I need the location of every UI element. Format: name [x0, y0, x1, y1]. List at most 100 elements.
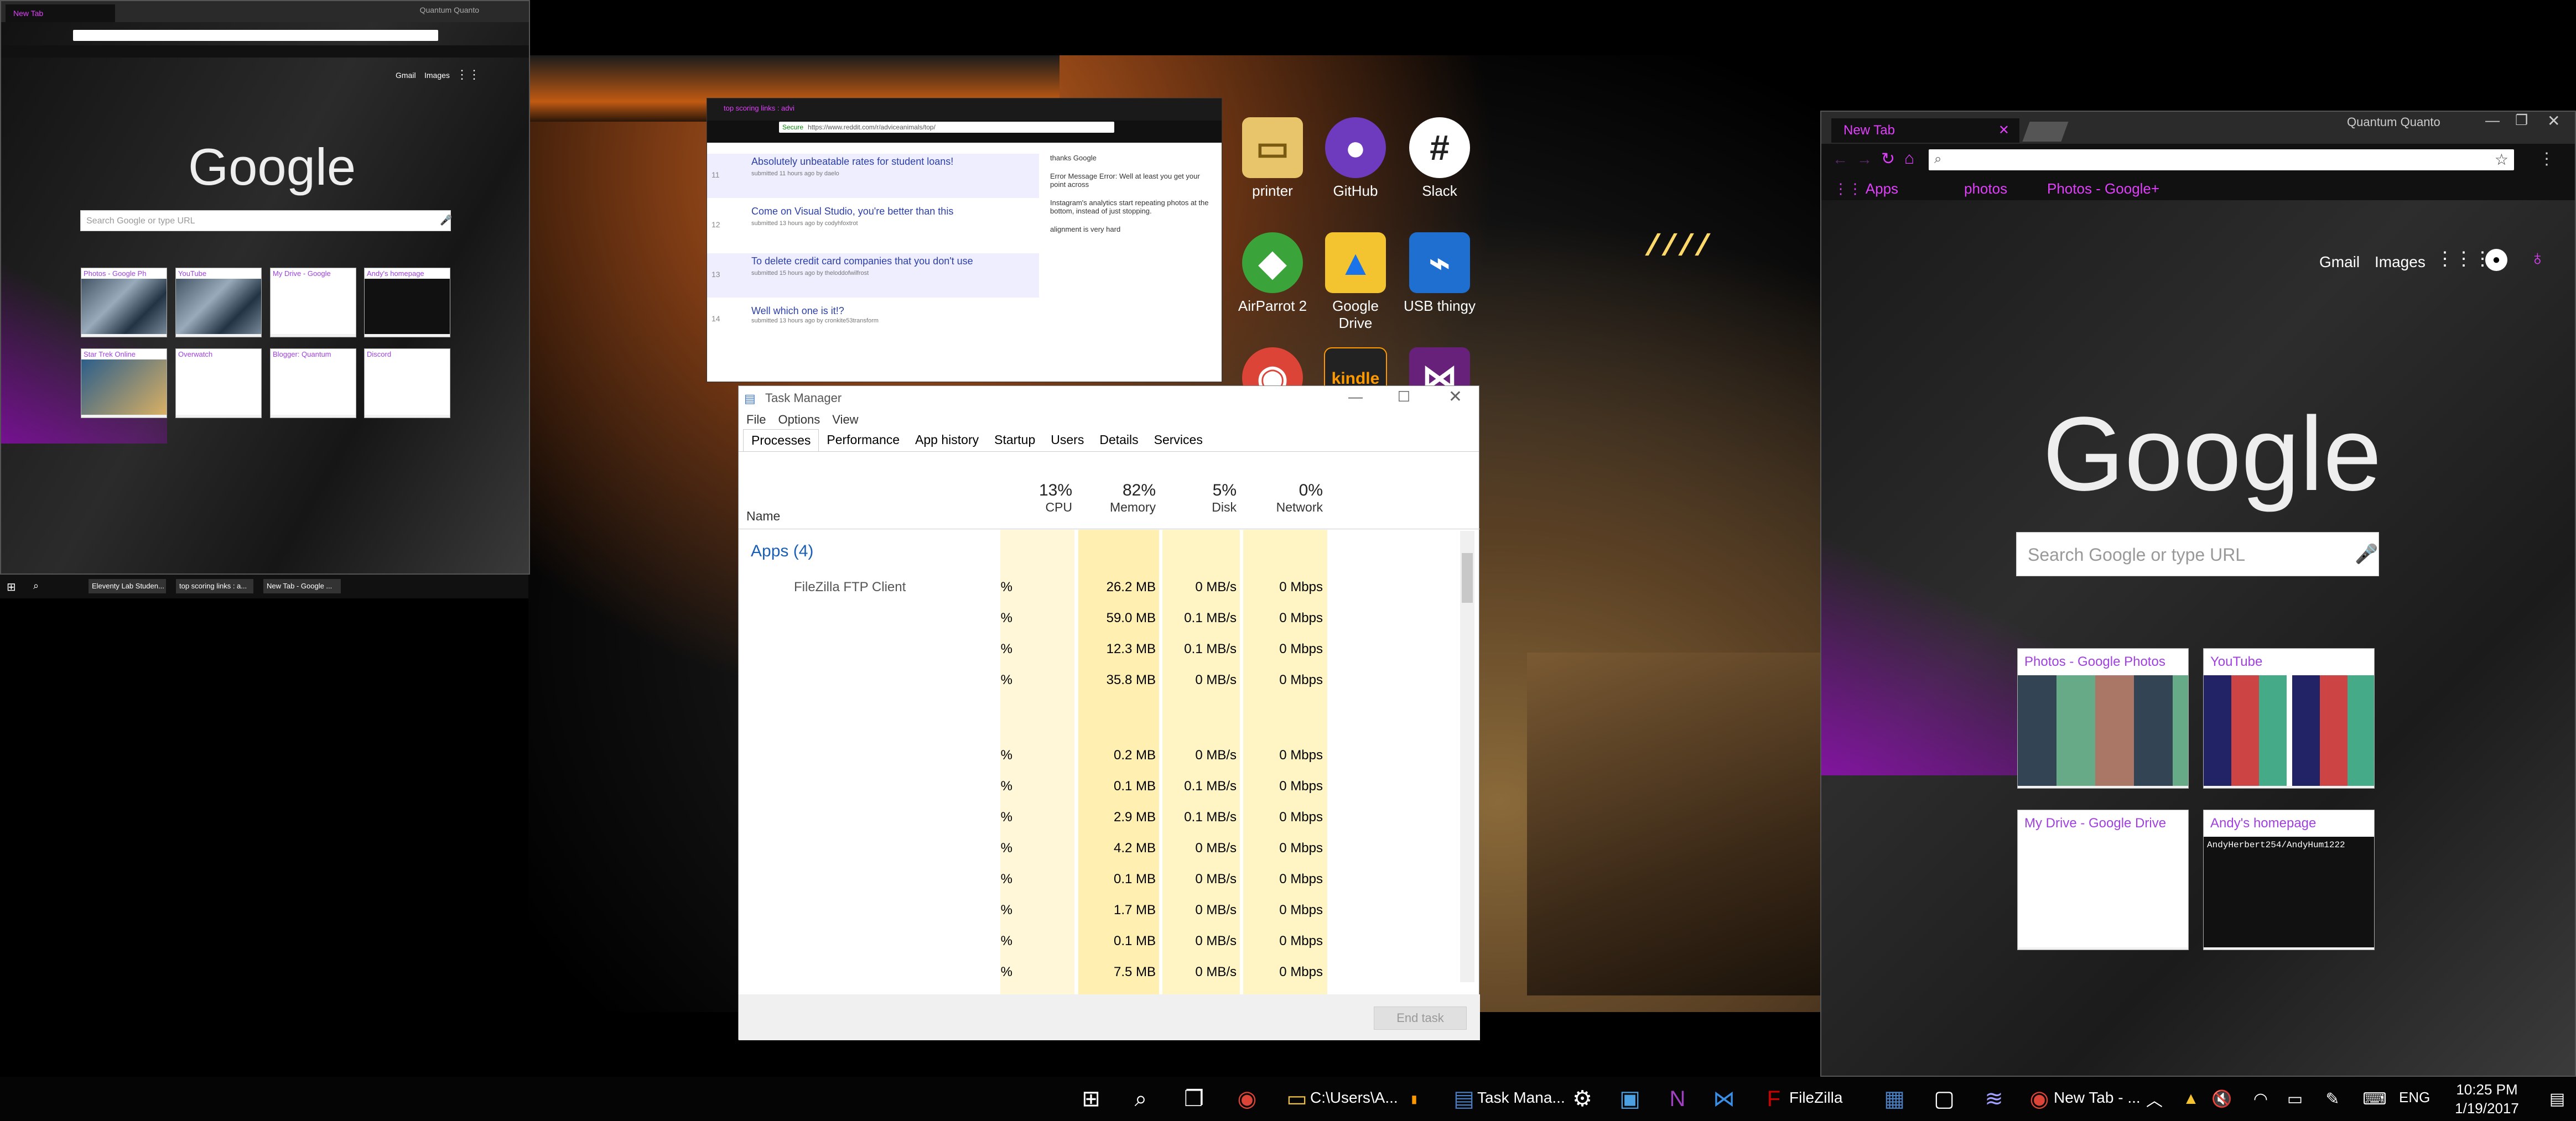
- minimize-button[interactable]: —: [1348, 388, 1363, 405]
- mic-icon[interactable]: 🎤: [440, 215, 452, 226]
- column-memory[interactable]: 82% Memory: [1078, 481, 1156, 515]
- forward-icon[interactable]: →: [1857, 150, 1872, 168]
- settings-icon[interactable]: ⚙: [1568, 1084, 1597, 1113]
- start-icon[interactable]: ⊞: [1077, 1084, 1105, 1113]
- user-name[interactable]: Quantum Quanto: [2347, 115, 2440, 129]
- menu-icon[interactable]: ⋮: [2538, 149, 2555, 169]
- search-icon[interactable]: ⌕: [33, 580, 39, 592]
- wifi-icon[interactable]: ◠: [2246, 1084, 2275, 1113]
- clock[interactable]: 10:25 PM 1/19/2017: [2445, 1080, 2528, 1118]
- drive-icon[interactable]: ▲: [2177, 1084, 2205, 1113]
- notifications-icon[interactable]: ▤: [2543, 1084, 2572, 1113]
- notifications-icon[interactable]: ●: [2485, 249, 2507, 271]
- search-icon[interactable]: ⌕: [1126, 1084, 1155, 1113]
- tile-blogger[interactable]: Blogger: Quantum: [270, 348, 356, 418]
- scrollbar-thumb[interactable]: [1462, 553, 1473, 603]
- tile-youtube[interactable]: YouTube: [175, 268, 262, 337]
- tile-drive[interactable]: My Drive - Google: [270, 268, 356, 337]
- desktop-icon-usb[interactable]: ⌁ USB thingy: [1398, 232, 1481, 315]
- tile-andy[interactable]: Andy's homepage AndyHerbert254/AndyHum12…: [2203, 810, 2375, 950]
- apps-grid-icon[interactable]: ⋮⋮⋮: [2435, 248, 2492, 270]
- chrome-icon[interactable]: ◉: [1233, 1084, 1261, 1113]
- bookmark-photos-google[interactable]: Photos - Google+: [2047, 177, 2159, 200]
- pen-icon[interactable]: ✎: [2318, 1084, 2347, 1113]
- volume-icon[interactable]: 🔇: [2208, 1084, 2236, 1113]
- list-item[interactable]: 12 Come on Visual Studio, you're better …: [707, 204, 1039, 248]
- tile-discord[interactable]: Discord: [364, 348, 450, 418]
- end-task-button[interactable]: End task: [1374, 1007, 1467, 1030]
- gmail-link[interactable]: Gmail: [2319, 253, 2360, 271]
- bookmark-photos[interactable]: photos: [1964, 177, 2007, 200]
- tile-overwatch[interactable]: Overwatch: [175, 348, 262, 418]
- sidebar-link[interactable]: thanks Google: [1050, 154, 1211, 162]
- task-manager-icon[interactable]: ▤: [1450, 1084, 1478, 1113]
- column-disk[interactable]: 5% Disk: [1162, 481, 1237, 515]
- tile-drive[interactable]: My Drive - Google Drive: [2017, 810, 2189, 950]
- list-item[interactable]: 13 To delete credit card companies that …: [707, 253, 1039, 298]
- keyboard-icon[interactable]: ⌨: [2360, 1084, 2389, 1113]
- network-app-icon[interactable]: ▦: [1880, 1084, 1909, 1113]
- tab-new-tab[interactable]: New Tab ✕: [1831, 118, 2019, 143]
- app-icon[interactable]: ≋: [1980, 1084, 2008, 1113]
- mini-task-item[interactable]: top scoring links : a...: [176, 579, 253, 593]
- post-title[interactable]: Absolutely unbeatable rates for student …: [751, 156, 953, 168]
- gmail-link[interactable]: Gmail: [396, 71, 416, 80]
- address-bar[interactable]: [73, 30, 438, 41]
- new-tab-button[interactable]: [2022, 122, 2069, 142]
- maximize-button[interactable]: ❐: [2515, 112, 2528, 129]
- desktop-icon-slack[interactable]: # Slack: [1398, 117, 1481, 200]
- desktop-icon-github[interactable]: ● GitHub: [1314, 117, 1397, 200]
- close-button[interactable]: ✕: [2547, 112, 2560, 130]
- terminal-icon[interactable]: ▢: [1930, 1084, 1959, 1113]
- column-cpu[interactable]: 13% CPU: [1000, 481, 1072, 515]
- list-item[interactable]: 11 Absolutely unbeatable rates for stude…: [707, 154, 1039, 198]
- close-tab-icon[interactable]: ✕: [1998, 118, 2009, 143]
- desktop-icon-airparrot[interactable]: ◆ AirParrot 2: [1231, 232, 1314, 315]
- images-link[interactable]: Images: [424, 71, 450, 80]
- tab-app-history[interactable]: App history: [907, 429, 986, 451]
- mic-icon[interactable]: 🎤: [2355, 543, 2378, 565]
- remote-desktop-icon[interactable]: ▣: [1616, 1084, 1644, 1113]
- tab-reddit[interactable]: top scoring links : advi: [724, 104, 823, 112]
- tab-startup[interactable]: Startup: [986, 429, 1043, 451]
- chrome-label[interactable]: New Tab - ...: [2054, 1089, 2141, 1107]
- search-input[interactable]: Search Google or type URL: [2016, 532, 2379, 576]
- start-icon[interactable]: ⊞: [7, 580, 16, 594]
- mini-task-item[interactable]: New Tab - Google ...: [263, 579, 341, 593]
- tile-andy[interactable]: Andy's homepage: [364, 268, 450, 337]
- tile-star-trek[interactable]: Star Trek Online: [81, 348, 167, 418]
- tab-new-tab[interactable]: New Tab: [6, 4, 115, 22]
- explorer-label[interactable]: C:\Users\A...: [1310, 1089, 1398, 1107]
- list-item[interactable]: 14 Well which one is it!? submitted 13 h…: [707, 303, 1039, 336]
- column-network[interactable]: 0% Network: [1243, 481, 1323, 515]
- battery-icon[interactable]: ▭: [2281, 1084, 2309, 1113]
- tile-photos[interactable]: Photos - Google Ph: [81, 268, 167, 337]
- file-explorer-icon[interactable]: ▭: [1282, 1084, 1311, 1113]
- column-name[interactable]: Name: [746, 509, 780, 524]
- language-indicator[interactable]: ENG: [2399, 1089, 2430, 1106]
- apps-grid-icon[interactable]: ⋮⋮: [456, 67, 480, 82]
- chrome-icon[interactable]: ◉: [2025, 1084, 2054, 1113]
- reload-icon[interactable]: ↻: [1881, 149, 1895, 169]
- post-title[interactable]: Well which one is it!?: [751, 305, 844, 317]
- post-title[interactable]: Come on Visual Studio, you're better tha…: [751, 206, 953, 217]
- account-icon[interactable]: ♁: [2530, 247, 2546, 270]
- desktop-icon-google-drive[interactable]: ▲ Google Drive: [1314, 232, 1397, 332]
- vscode-icon[interactable]: ⋈: [1710, 1084, 1738, 1113]
- user-name[interactable]: Quantum Quanto: [420, 6, 479, 14]
- mini-task-item[interactable]: Eleventy Lab Studen...: [89, 579, 166, 593]
- minimize-button[interactable]: —: [2485, 112, 2500, 129]
- filezilla-icon[interactable]: F: [1759, 1084, 1788, 1113]
- images-link[interactable]: Images: [2375, 253, 2426, 271]
- menu-file[interactable]: File: [746, 413, 766, 427]
- tab-performance[interactable]: Performance: [819, 429, 907, 451]
- post-title[interactable]: To delete credit card companies that you…: [751, 256, 973, 267]
- sidebar-link[interactable]: alignment is very hard: [1050, 225, 1211, 233]
- onenote-icon[interactable]: N: [1663, 1084, 1692, 1113]
- tab-users[interactable]: Users: [1043, 429, 1092, 451]
- chevron-up-icon[interactable]: ︿: [2140, 1084, 2169, 1113]
- maximize-button[interactable]: ☐: [1398, 388, 1410, 405]
- process-name[interactable]: FileZilla FTP Client: [794, 580, 906, 595]
- bookmark-star-icon[interactable]: ☆: [2495, 150, 2509, 169]
- tile-photos[interactable]: Photos - Google Photos: [2017, 648, 2189, 789]
